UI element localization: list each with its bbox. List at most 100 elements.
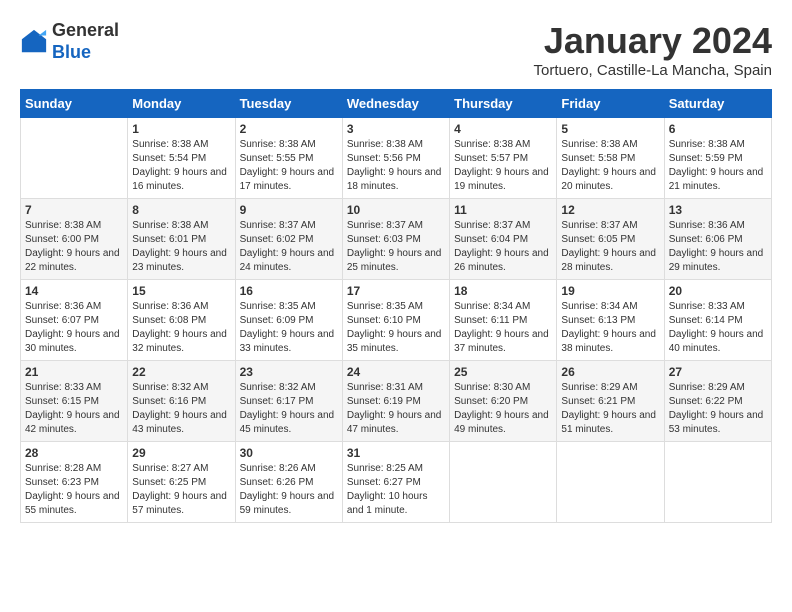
day-info: Sunrise: 8:38 AMSunset: 5:56 PMDaylight:… — [347, 138, 445, 194]
calendar-cell — [21, 118, 128, 199]
calendar-cell: 9Sunrise: 8:37 AMSunset: 6:02 PMDaylight… — [235, 199, 342, 280]
calendar-cell — [664, 442, 771, 523]
logo-text: General Blue — [52, 20, 119, 63]
day-info: Sunrise: 8:35 AMSunset: 6:09 PMDaylight:… — [240, 300, 338, 356]
day-number: 17 — [347, 284, 445, 298]
col-header-tuesday: Tuesday — [235, 90, 342, 118]
day-info: Sunrise: 8:38 AMSunset: 5:57 PMDaylight:… — [454, 138, 552, 194]
logo: General Blue — [20, 20, 119, 63]
day-info: Sunrise: 8:25 AMSunset: 6:27 PMDaylight:… — [347, 462, 445, 518]
calendar-cell: 5 Sunrise: 8:38 AMSunset: 5:58 PMDaylight… — [557, 118, 664, 199]
day-info: Sunrise: 8:38 AMSunset: 6:01 PMDaylight:… — [132, 219, 230, 275]
day-number: 6 — [669, 122, 767, 136]
day-number: 30 — [240, 446, 338, 460]
day-info: Sunrise: 8:36 AMSunset: 6:08 PMDaylight:… — [132, 300, 230, 356]
calendar-cell: 31 Sunrise: 8:25 AMSunset: 6:27 PMDayligh… — [342, 442, 449, 523]
day-info: Sunrise: 8:37 AMSunset: 6:05 PMDaylight:… — [561, 219, 659, 275]
day-number: 11 — [454, 203, 552, 217]
day-number: 24 — [347, 365, 445, 379]
day-info: Sunrise: 8:34 AMSunset: 6:11 PMDaylight:… — [454, 300, 552, 356]
day-number: 18 — [454, 284, 552, 298]
calendar-cell: 22 Sunrise: 8:32 AMSunset: 6:16 PMDayligh… — [128, 361, 235, 442]
month-title: January 2024 — [534, 20, 772, 62]
day-number: 31 — [347, 446, 445, 460]
day-info: Sunrise: 8:32 AMSunset: 6:16 PMDaylight:… — [132, 381, 230, 437]
day-number: 10 — [347, 203, 445, 217]
calendar-cell: 15 Sunrise: 8:36 AMSunset: 6:08 PMDayligh… — [128, 280, 235, 361]
week-row: 28 Sunrise: 8:28 AMSunset: 6:23 PMDayligh… — [21, 442, 772, 523]
day-info: Sunrise: 8:29 AMSunset: 6:21 PMDaylight:… — [561, 381, 659, 437]
calendar-cell: 6 Sunrise: 8:38 AMSunset: 5:59 PMDaylight… — [664, 118, 771, 199]
day-number: 7 — [25, 203, 123, 217]
calendar-table: SundayMondayTuesdayWednesdayThursdayFrid… — [20, 89, 772, 523]
day-number: 1 — [132, 122, 230, 136]
day-info: Sunrise: 8:28 AMSunset: 6:23 PMDaylight:… — [25, 462, 123, 518]
day-number: 28 — [25, 446, 123, 460]
calendar-cell: 26 Sunrise: 8:29 AMSunset: 6:21 PMDayligh… — [557, 361, 664, 442]
calendar-cell: 2Sunrise: 8:38 AMSunset: 5:55 PMDaylight… — [235, 118, 342, 199]
day-info: Sunrise: 8:38 AMSunset: 6:00 PMDaylight:… — [25, 219, 123, 275]
day-info: Sunrise: 8:37 AMSunset: 6:03 PMDaylight:… — [347, 219, 445, 275]
calendar-cell: 27 Sunrise: 8:29 AMSunset: 6:22 PMDayligh… — [664, 361, 771, 442]
week-row: 7 Sunrise: 8:38 AMSunset: 6:00 PMDaylight… — [21, 199, 772, 280]
day-info: Sunrise: 8:38 AMSunset: 5:59 PMDaylight:… — [669, 138, 767, 194]
day-info: Sunrise: 8:37 AMSunset: 6:02 PMDaylight:… — [240, 219, 338, 275]
calendar-cell — [450, 442, 557, 523]
day-number: 8 — [132, 203, 230, 217]
calendar-cell: 7 Sunrise: 8:38 AMSunset: 6:00 PMDaylight… — [21, 199, 128, 280]
col-header-friday: Friday — [557, 90, 664, 118]
day-number: 4 — [454, 122, 552, 136]
calendar-cell: 21 Sunrise: 8:33 AMSunset: 6:15 PMDayligh… — [21, 361, 128, 442]
location: Tortuero, Castille-La Mancha, Spain — [534, 62, 772, 79]
col-header-sunday: Sunday — [21, 90, 128, 118]
calendar-cell: 3 Sunrise: 8:38 AMSunset: 5:56 PMDaylight… — [342, 118, 449, 199]
day-number: 22 — [132, 365, 230, 379]
day-number: 2 — [240, 122, 338, 136]
day-info: Sunrise: 8:29 AMSunset: 6:22 PMDaylight:… — [669, 381, 767, 437]
logo-icon — [20, 28, 48, 56]
calendar-cell: 23Sunrise: 8:32 AMSunset: 6:17 PMDayligh… — [235, 361, 342, 442]
calendar-cell: 19 Sunrise: 8:34 AMSunset: 6:13 PMDayligh… — [557, 280, 664, 361]
calendar-cell: 25Sunrise: 8:30 AMSunset: 6:20 PMDayligh… — [450, 361, 557, 442]
calendar-cell: 11 Sunrise: 8:37 AMSunset: 6:04 PMDayligh… — [450, 199, 557, 280]
calendar-cell: 1 Sunrise: 8:38 AMSunset: 5:54 PMDaylight… — [128, 118, 235, 199]
calendar-cell: 10 Sunrise: 8:37 AMSunset: 6:03 PMDayligh… — [342, 199, 449, 280]
day-number: 23 — [240, 365, 338, 379]
day-info: Sunrise: 8:33 AMSunset: 6:15 PMDaylight:… — [25, 381, 123, 437]
calendar-cell: 24 Sunrise: 8:31 AMSunset: 6:19 PMDayligh… — [342, 361, 449, 442]
calendar-cell: 29 Sunrise: 8:27 AMSunset: 6:25 PMDayligh… — [128, 442, 235, 523]
week-row: 1 Sunrise: 8:38 AMSunset: 5:54 PMDaylight… — [21, 118, 772, 199]
calendar-cell: 20Sunrise: 8:33 AMSunset: 6:14 PMDayligh… — [664, 280, 771, 361]
day-number: 21 — [25, 365, 123, 379]
calendar-cell: 30 Sunrise: 8:26 AMSunset: 6:26 PMDayligh… — [235, 442, 342, 523]
day-number: 3 — [347, 122, 445, 136]
day-number: 16 — [240, 284, 338, 298]
calendar-cell: 18 Sunrise: 8:34 AMSunset: 6:11 PMDayligh… — [450, 280, 557, 361]
calendar-cell: 28 Sunrise: 8:28 AMSunset: 6:23 PMDayligh… — [21, 442, 128, 523]
day-number: 19 — [561, 284, 659, 298]
day-number: 27 — [669, 365, 767, 379]
day-info: Sunrise: 8:36 AMSunset: 6:07 PMDaylight:… — [25, 300, 123, 356]
day-info: Sunrise: 8:37 AMSunset: 6:04 PMDaylight:… — [454, 219, 552, 275]
day-info: Sunrise: 8:26 AMSunset: 6:26 PMDaylight:… — [240, 462, 338, 518]
day-number: 26 — [561, 365, 659, 379]
day-number: 13 — [669, 203, 767, 217]
day-info: Sunrise: 8:30 AMSunset: 6:20 PMDaylight:… — [454, 381, 552, 437]
day-info: Sunrise: 8:33 AMSunset: 6:14 PMDaylight:… — [669, 300, 767, 356]
day-info: Sunrise: 8:31 AMSunset: 6:19 PMDaylight:… — [347, 381, 445, 437]
day-info: Sunrise: 8:34 AMSunset: 6:13 PMDaylight:… — [561, 300, 659, 356]
day-number: 15 — [132, 284, 230, 298]
day-number: 5 — [561, 122, 659, 136]
calendar-cell: 13 Sunrise: 8:36 AMSunset: 6:06 PMDayligh… — [664, 199, 771, 280]
col-header-thursday: Thursday — [450, 90, 557, 118]
calendar-cell: 14Sunrise: 8:36 AMSunset: 6:07 PMDayligh… — [21, 280, 128, 361]
day-info: Sunrise: 8:36 AMSunset: 6:06 PMDaylight:… — [669, 219, 767, 275]
day-info: Sunrise: 8:35 AMSunset: 6:10 PMDaylight:… — [347, 300, 445, 356]
day-number: 29 — [132, 446, 230, 460]
calendar-cell: 8 Sunrise: 8:38 AMSunset: 6:01 PMDaylight… — [128, 199, 235, 280]
day-info: Sunrise: 8:38 AMSunset: 5:54 PMDaylight:… — [132, 138, 230, 194]
title-block: January 2024 Tortuero, Castille-La Manch… — [534, 20, 772, 79]
day-info: Sunrise: 8:27 AMSunset: 6:25 PMDaylight:… — [132, 462, 230, 518]
col-header-saturday: Saturday — [664, 90, 771, 118]
day-info: Sunrise: 8:38 AMSunset: 5:58 PMDaylight:… — [561, 138, 659, 194]
